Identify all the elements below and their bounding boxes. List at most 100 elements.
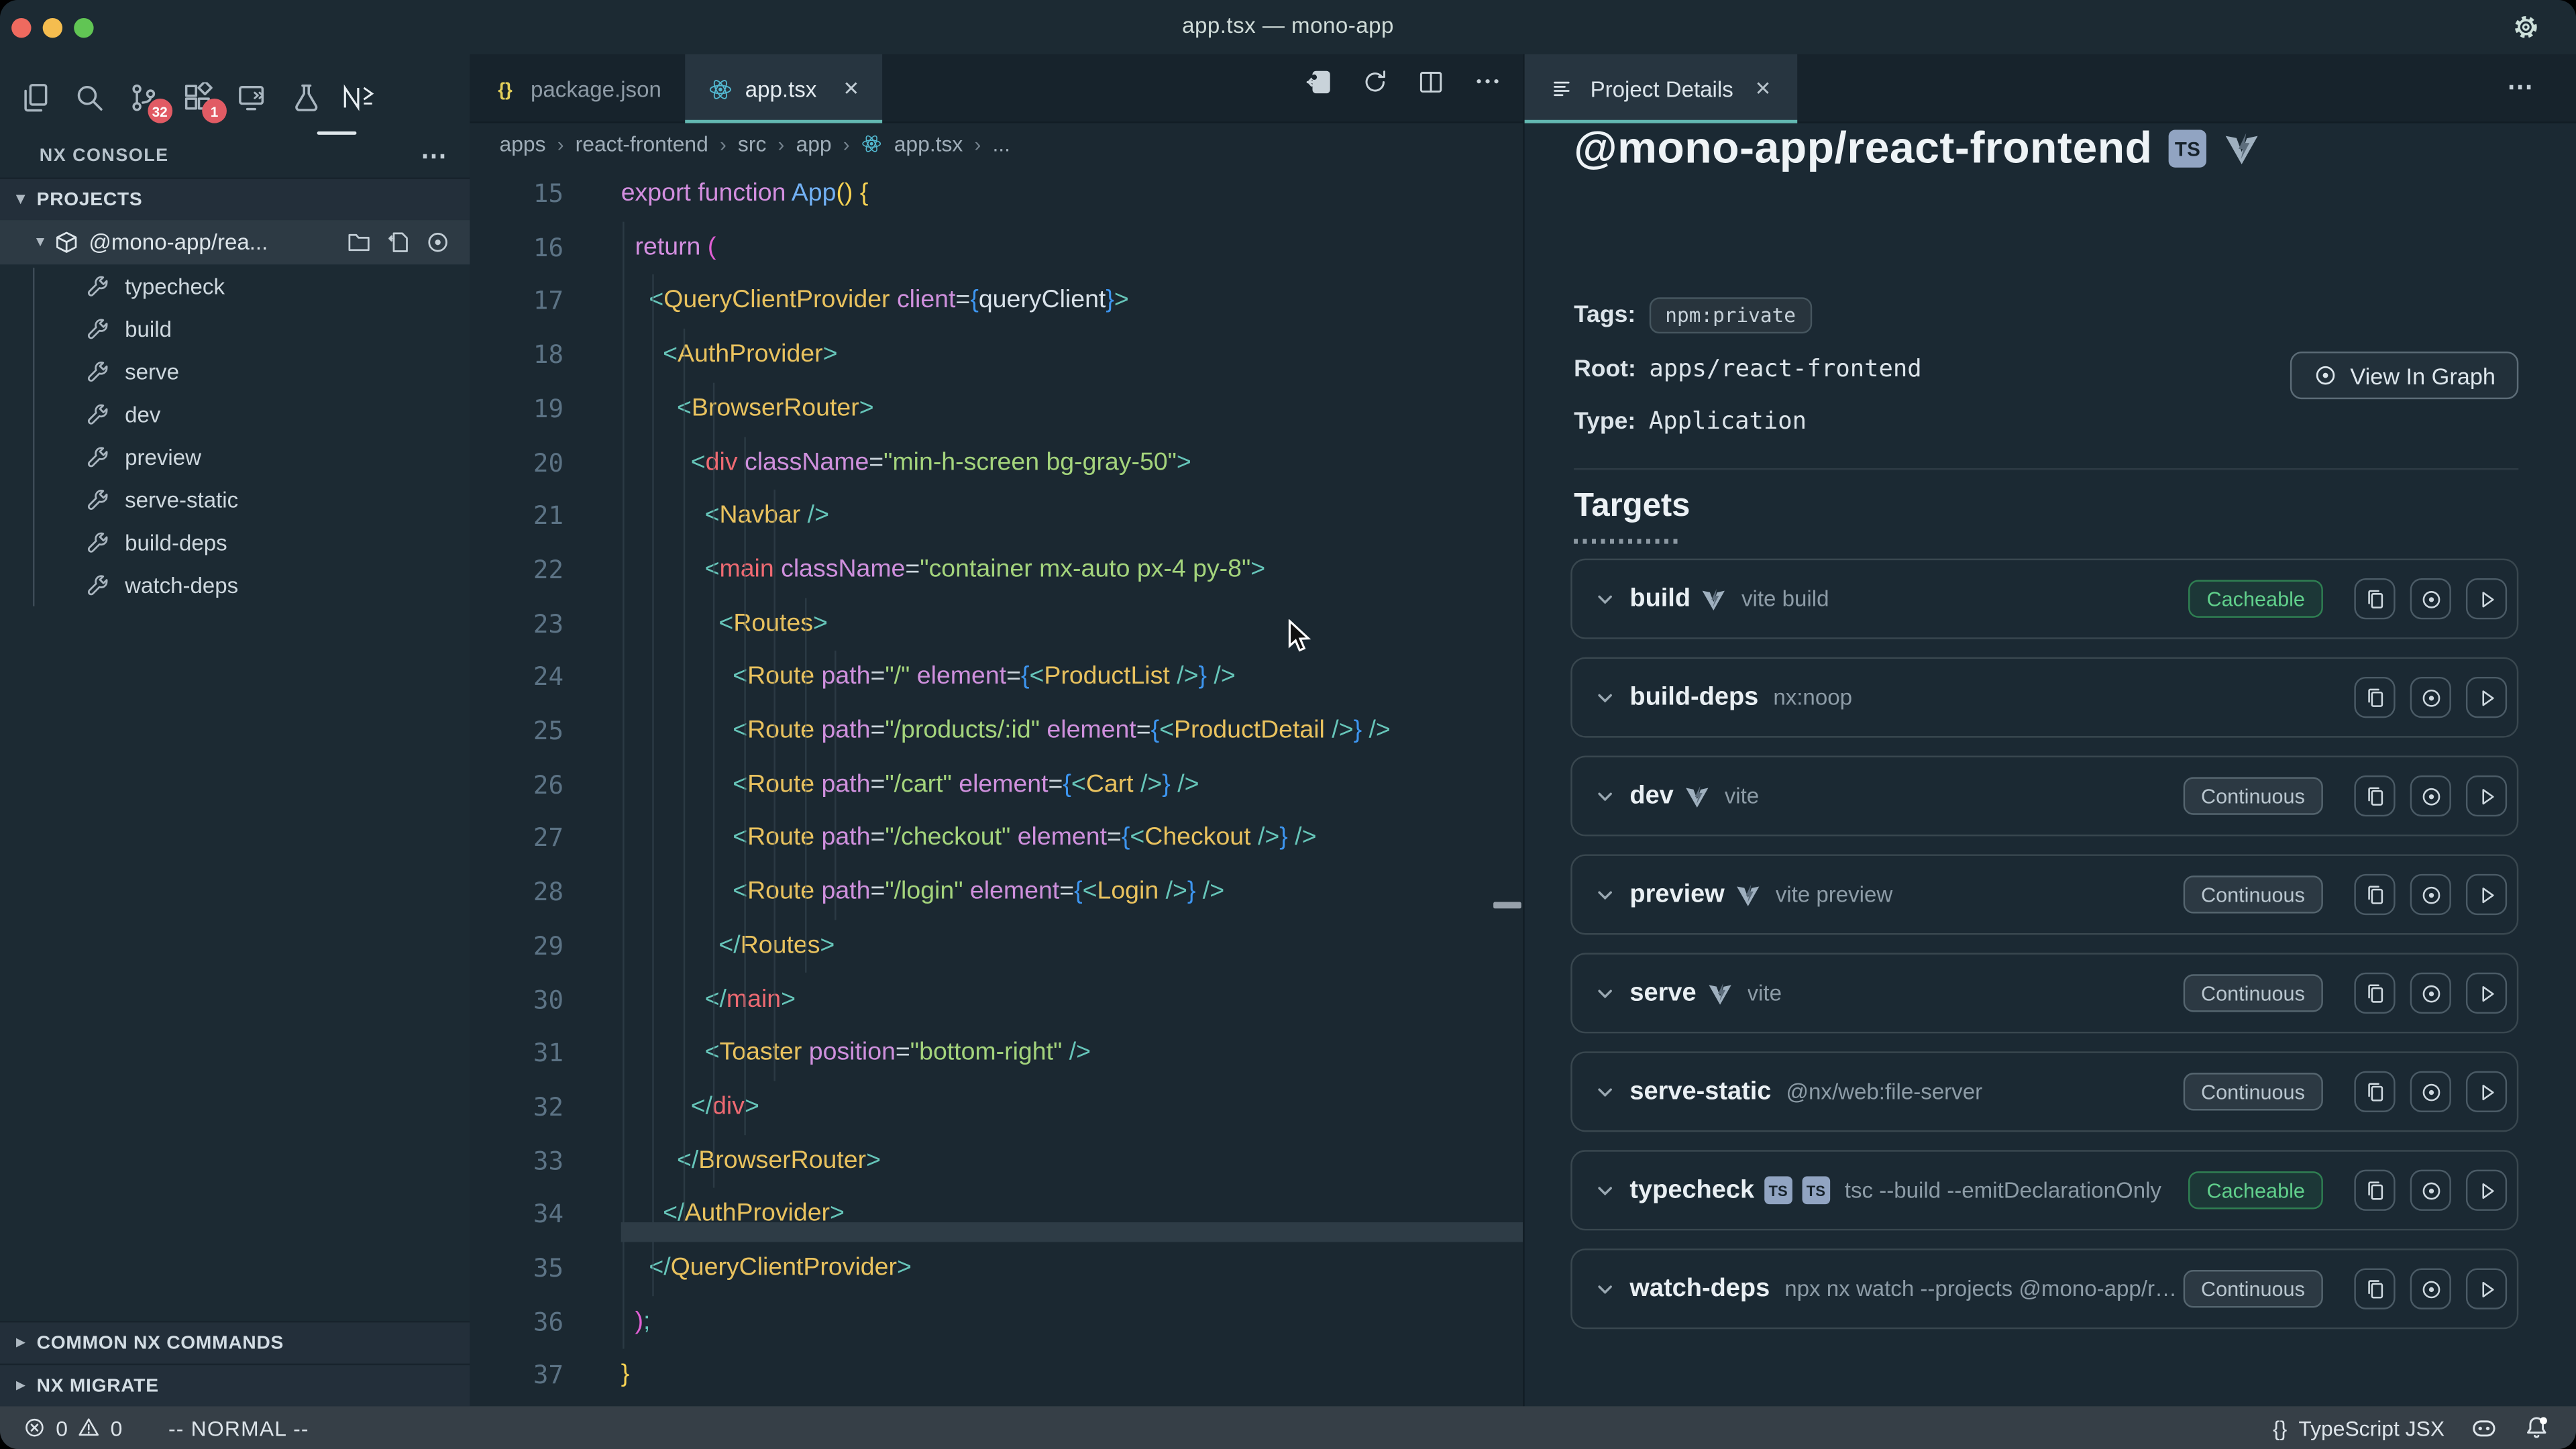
copy-button[interactable] (2354, 1170, 2395, 1211)
tree-item-build-deps[interactable]: build-deps (0, 521, 470, 564)
warning-count[interactable]: 0 (111, 1415, 123, 1440)
view-in-graph-button[interactable]: View In Graph (2290, 352, 2519, 399)
tab-app-tsx[interactable]: app.tsx✕ (684, 54, 882, 123)
circle-dot-button[interactable] (2410, 677, 2451, 718)
target-card-build[interactable]: buildvite buildCacheable (1570, 559, 2518, 639)
breadcrumb-item-apps[interactable]: apps (499, 131, 545, 156)
target-card-build-deps[interactable]: build-depsnx:noop (1570, 657, 2518, 738)
settings-gear-icon[interactable] (2512, 13, 2540, 42)
close-icon[interactable]: ✕ (1755, 77, 1772, 100)
tree-item-label: dev (125, 402, 160, 427)
tab-package-json[interactable]: {}package.json (470, 54, 684, 123)
bullseye-icon[interactable] (425, 230, 450, 255)
play-button[interactable] (2466, 1269, 2507, 1309)
circle-dot-button[interactable] (2410, 973, 2451, 1014)
play-button[interactable] (2466, 1170, 2507, 1211)
tree-item-preview[interactable]: preview (0, 435, 470, 478)
target-card-serve-static[interactable]: serve-static@nx/web:file-serverContinuou… (1570, 1051, 2518, 1132)
folder-icon[interactable] (347, 230, 372, 255)
chevron-right-icon: ▸ (16, 1377, 25, 1395)
activity-extensions-icon[interactable]: 1 (179, 79, 215, 115)
split-editor-icon[interactable] (1417, 68, 1444, 95)
circle-dot-button[interactable] (2410, 874, 2451, 915)
chevron-down-icon[interactable] (1595, 1181, 1615, 1200)
chevron-down-icon[interactable] (1595, 786, 1615, 806)
errors-icon[interactable] (23, 1416, 46, 1439)
horizontal-scrollbar[interactable] (621, 1222, 1523, 1242)
copy-button[interactable] (2354, 578, 2395, 619)
play-button[interactable] (2466, 775, 2507, 816)
language-mode[interactable]: {} TypeScript JSX (2273, 1415, 2445, 1440)
notifications-bell-icon[interactable] (2524, 1415, 2550, 1441)
copy-button[interactable] (2354, 1269, 2395, 1309)
circle-dot-button[interactable] (2410, 1071, 2451, 1112)
play-button[interactable] (2466, 973, 2507, 1014)
copy-button[interactable] (2354, 677, 2395, 718)
breadcrumb-item-app[interactable]: app (796, 131, 831, 156)
open-file-icon[interactable] (386, 230, 411, 255)
close-icon[interactable]: ✕ (843, 77, 860, 100)
activity-remote-explorer-icon[interactable] (233, 79, 270, 115)
chevron-down-icon[interactable] (1595, 983, 1615, 1003)
tree-item-build[interactable]: build (0, 307, 470, 350)
play-button[interactable] (2466, 677, 2507, 718)
breadcrumb-item-apptsx[interactable]: app.tsx (894, 131, 963, 156)
common-commands-section-header[interactable]: ▸ COMMON NX COMMANDS (0, 1321, 470, 1364)
error-count[interactable]: 0 (56, 1415, 68, 1440)
activity-files-icon[interactable] (16, 79, 52, 115)
code-editor[interactable]: 15export function App() {16 return (17 <… (470, 164, 1523, 1406)
tree-item-typecheck[interactable]: typecheck (0, 264, 470, 307)
line-number: 25 (470, 705, 564, 759)
tree-item-serve-static[interactable]: serve-static (0, 478, 470, 521)
target-card-preview[interactable]: previewvite previewContinuous (1570, 854, 2518, 934)
target-card-typecheck[interactable]: typecheckTSTStsc --build --emitDeclarati… (1570, 1150, 2518, 1230)
line-number: 31 (470, 1027, 564, 1081)
warnings-icon[interactable] (78, 1416, 101, 1439)
more-actions-icon[interactable]: ⋯ (421, 140, 450, 172)
open-project-details-icon[interactable] (1306, 68, 1332, 95)
activity-beaker-icon[interactable] (288, 79, 324, 115)
tree-item-dev[interactable]: dev (0, 392, 470, 435)
breadcrumb-item-reactfrontend[interactable]: react-frontend (576, 131, 708, 156)
copilot-icon[interactable] (2471, 1415, 2497, 1441)
chevron-down-icon[interactable] (1595, 688, 1615, 707)
copy-button[interactable] (2354, 973, 2395, 1014)
chevron-down-icon[interactable] (1595, 1082, 1615, 1102)
target-card-watch-deps[interactable]: watch-depsnpx nx watch --projects @mono-… (1570, 1248, 2518, 1329)
chevron-down-icon[interactable] (1595, 885, 1615, 904)
refresh-icon[interactable] (1362, 68, 1388, 95)
breadcrumb-item-[interactable]: ... (992, 131, 1010, 156)
more-actions-icon[interactable]: ⋯ (2507, 70, 2536, 103)
nx-migrate-section-header[interactable]: ▸ NX MIGRATE (0, 1364, 470, 1407)
copy-button[interactable] (2354, 775, 2395, 816)
projects-section-header[interactable]: ▾ PROJECTS (0, 177, 470, 220)
circle-dot-button[interactable] (2410, 578, 2451, 619)
play-button[interactable] (2466, 874, 2507, 915)
play-button[interactable] (2466, 578, 2507, 619)
line-number: 32 (470, 1081, 564, 1134)
circle-dot-button[interactable] (2410, 1269, 2451, 1309)
tab-project-details[interactable]: Project Details ✕ (1525, 54, 1798, 123)
more-icon[interactable] (1474, 67, 1502, 95)
chevron-down-icon[interactable] (1595, 1279, 1615, 1299)
breadcrumb[interactable]: apps›react-frontend›src›app›app.tsx›... (470, 123, 1523, 164)
activity-nx-logo-icon[interactable] (341, 79, 378, 115)
play-button[interactable] (2466, 1071, 2507, 1112)
project-tree-item[interactable]: ▾ @mono-app/rea... (0, 220, 470, 264)
circle-dot-button[interactable] (2410, 775, 2451, 816)
activity-source-control-icon[interactable]: 32 (125, 79, 161, 115)
tree-item-serve[interactable]: serve (0, 350, 470, 393)
target-card-serve[interactable]: serveviteContinuous (1570, 953, 2518, 1033)
copy-button[interactable] (2354, 874, 2395, 915)
copy-button[interactable] (2354, 1071, 2395, 1112)
tree-item-watch-deps[interactable]: watch-deps (0, 564, 470, 606)
circle-dot-button[interactable] (2410, 1170, 2451, 1211)
code-line-31: 31 <Toaster position="bottom-right" /> (470, 1027, 1523, 1081)
code-text: </BrowserRouter> (621, 1134, 881, 1188)
breadcrumb-item-src[interactable]: src (738, 131, 766, 156)
chevron-down-icon[interactable] (1595, 589, 1615, 608)
target-card-dev[interactable]: devviteContinuous (1570, 756, 2518, 837)
tree-item-label: typecheck (125, 274, 225, 299)
code-line-36: 36 ); (470, 1295, 1523, 1350)
activity-search-icon[interactable] (70, 79, 107, 115)
